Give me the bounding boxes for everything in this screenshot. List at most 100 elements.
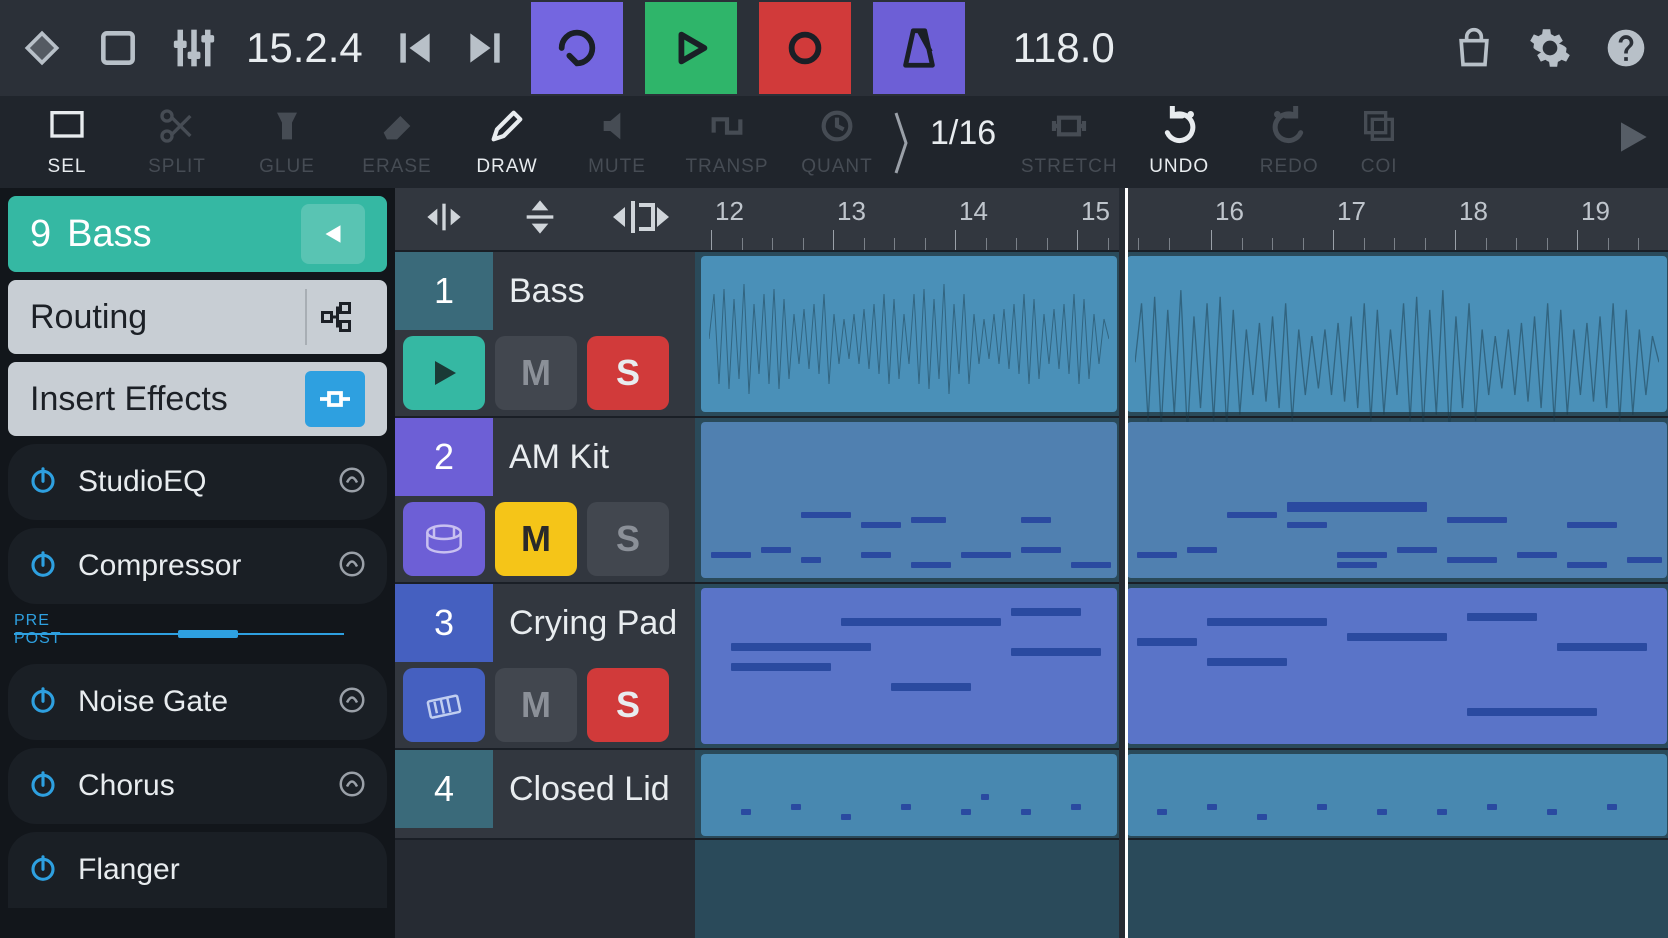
- effect-item[interactable]: Flanger: [8, 832, 387, 908]
- midi-clip[interactable]: [1127, 422, 1667, 578]
- track-name-label: Crying Pad: [493, 604, 677, 643]
- shop-icon[interactable]: [1450, 24, 1498, 72]
- time-display[interactable]: 15.2.4: [246, 24, 363, 72]
- track-number-box: 3: [395, 584, 493, 662]
- settings-icon[interactable]: [1526, 24, 1574, 72]
- track-number-box: 4: [395, 750, 493, 828]
- selected-track-header[interactable]: 9 Bass: [8, 196, 387, 272]
- record-button[interactable]: [759, 2, 851, 94]
- track-row[interactable]: 1 Bass M S: [395, 252, 695, 418]
- effect-item[interactable]: Chorus: [8, 748, 387, 824]
- effect-item[interactable]: StudioEQ: [8, 444, 387, 520]
- clip-row: [695, 252, 1668, 418]
- track-row[interactable]: 2 AM Kit M S: [395, 418, 695, 584]
- midi-clip[interactable]: [701, 422, 1117, 578]
- edit-icon[interactable]: [337, 549, 367, 584]
- insert-icon: [305, 371, 365, 427]
- power-icon[interactable]: [28, 549, 58, 584]
- edit-icon[interactable]: [337, 465, 367, 500]
- main-area: 9 Bass Routing Insert Effects StudioEQ: [0, 188, 1668, 938]
- mute-tool[interactable]: MUTE: [562, 102, 672, 178]
- audio-clip[interactable]: [701, 256, 1117, 412]
- midi-clip[interactable]: [1127, 588, 1667, 744]
- ruler-label: 16: [1215, 196, 1244, 227]
- routing-section[interactable]: Routing: [8, 280, 387, 354]
- timeline[interactable]: 1213141516171819: [695, 188, 1668, 938]
- ruler-label: 13: [837, 196, 866, 227]
- stop-icon[interactable]: [94, 24, 142, 72]
- track-number-box: 2: [395, 418, 493, 496]
- power-icon[interactable]: [28, 853, 58, 888]
- track-list-controls: [395, 188, 695, 252]
- next-icon[interactable]: [461, 24, 509, 72]
- instrument-icon[interactable]: [403, 336, 485, 410]
- midi-clip[interactable]: [701, 588, 1117, 744]
- mute-button[interactable]: M: [495, 502, 577, 576]
- snap-toggle-icon[interactable]: [613, 197, 669, 242]
- quantize-tool[interactable]: QUANT: [782, 102, 892, 178]
- ruler-label: 19: [1581, 196, 1610, 227]
- solo-button[interactable]: S: [587, 336, 669, 410]
- stretch-tool[interactable]: STRETCH: [1014, 102, 1124, 178]
- metronome-button[interactable]: [873, 2, 965, 94]
- draw-tool[interactable]: DRAW: [452, 102, 562, 178]
- vertical-zoom-icon[interactable]: [520, 194, 560, 245]
- clip-row: [695, 750, 1668, 840]
- loop-button[interactable]: [531, 2, 623, 94]
- erase-tool[interactable]: ERASE: [342, 102, 452, 178]
- collapse-icon[interactable]: [301, 204, 365, 264]
- transpose-tool[interactable]: TRANSP: [672, 102, 782, 178]
- ruler-label: 15: [1081, 196, 1110, 227]
- mute-button[interactable]: M: [495, 668, 577, 742]
- instrument-icon[interactable]: [403, 502, 485, 576]
- inspector-panel: 9 Bass Routing Insert Effects StudioEQ: [0, 188, 395, 938]
- midi-clip[interactable]: [701, 754, 1117, 836]
- tempo-display[interactable]: 118.0: [1013, 24, 1115, 72]
- transport-group: [391, 2, 965, 94]
- track-name-label: AM Kit: [493, 438, 609, 477]
- playhead[interactable]: [1125, 188, 1128, 938]
- split-tool[interactable]: SPLIT: [122, 102, 232, 178]
- snap-value[interactable]: 1/16: [930, 114, 996, 153]
- ruler-label: 12: [715, 196, 744, 227]
- power-icon[interactable]: [28, 465, 58, 500]
- ruler-label: 18: [1459, 196, 1488, 227]
- horizontal-zoom-icon[interactable]: [421, 197, 467, 242]
- mixer-icon[interactable]: [170, 24, 218, 72]
- glue-tool[interactable]: GLUE: [232, 102, 342, 178]
- insert-effects-section[interactable]: Insert Effects: [8, 362, 387, 436]
- snap-divider-icon: [892, 108, 912, 178]
- prev-icon[interactable]: [391, 24, 439, 72]
- instrument-icon[interactable]: [403, 668, 485, 742]
- midi-clip[interactable]: [1127, 754, 1667, 836]
- edit-icon[interactable]: [337, 685, 367, 720]
- timeline-ruler[interactable]: 1213141516171819: [695, 188, 1668, 252]
- solo-button[interactable]: S: [587, 502, 669, 576]
- pre-post-fader[interactable]: PRE POST: [8, 612, 387, 656]
- mute-button[interactable]: M: [495, 336, 577, 410]
- track-number-box: 1: [395, 252, 493, 330]
- select-tool[interactable]: SEL: [12, 102, 122, 178]
- track-row[interactable]: 4 Closed Lid: [395, 750, 695, 840]
- effect-item[interactable]: Noise Gate: [8, 664, 387, 740]
- edit-icon[interactable]: [337, 769, 367, 804]
- power-icon[interactable]: [28, 769, 58, 804]
- solo-button[interactable]: S: [587, 668, 669, 742]
- audio-clip[interactable]: [1127, 256, 1667, 412]
- tool-bar: SEL SPLIT GLUE ERASE DRAW MUTE TRANSP QU…: [0, 96, 1668, 188]
- routing-icon: [305, 289, 365, 345]
- ruler-label: 17: [1337, 196, 1366, 227]
- effect-item[interactable]: Compressor: [8, 528, 387, 604]
- help-icon[interactable]: [1602, 24, 1650, 72]
- play-tool-icon[interactable]: [1608, 113, 1656, 161]
- copy-tool[interactable]: COI: [1344, 102, 1414, 178]
- power-icon[interactable]: [28, 685, 58, 720]
- undo-tool[interactable]: UNDO: [1124, 102, 1234, 178]
- track-name: Bass: [67, 213, 151, 256]
- track-number: 9: [30, 213, 51, 256]
- redo-tool[interactable]: REDO: [1234, 102, 1344, 178]
- project-icon[interactable]: [18, 24, 66, 72]
- play-button[interactable]: [645, 2, 737, 94]
- track-row[interactable]: 3 Crying Pad M S: [395, 584, 695, 750]
- clip-row: [695, 584, 1668, 750]
